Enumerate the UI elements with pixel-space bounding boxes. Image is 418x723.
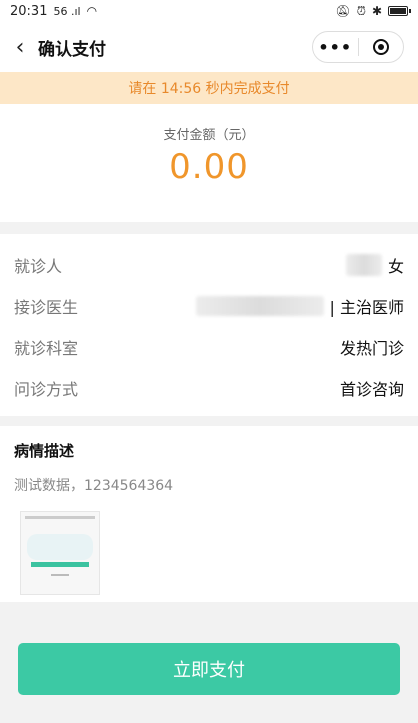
countdown-banner: 请在 14:56 秒内完成支付 [0, 72, 418, 104]
alarm-icon: ⏰︎ [356, 3, 366, 18]
info-label: 问诊方式 [14, 379, 79, 399]
info-row-doctor: 接诊医生 | 主治医师 [14, 285, 404, 326]
signal-text: 56 .ıl [53, 4, 81, 18]
info-row-consult-type: 问诊方式 首诊咨询 [14, 367, 404, 408]
info-label: 接诊医生 [14, 297, 79, 317]
description-title: 病情描述 [14, 442, 75, 460]
attachment-thumbnail[interactable] [20, 511, 100, 595]
target-icon [372, 39, 389, 55]
redacted-doctor [195, 295, 324, 316]
thumb-header [25, 516, 95, 519]
pay-now-button[interactable]: 立即支付 [18, 643, 400, 695]
amount-value: 0.00 [169, 147, 249, 187]
wifi-icon: ◠ [86, 4, 98, 18]
info-label: 就诊人 [14, 256, 63, 276]
battery-icon [388, 6, 411, 16]
info-row-patient: 就诊人 女 [14, 244, 404, 285]
info-label: 就诊科室 [14, 338, 79, 358]
mini-program-capsule: ••• [312, 31, 404, 63]
nav-bar: ‹ 确认支付 ••• [0, 22, 418, 72]
thumb-text-line [51, 574, 69, 576]
more-button[interactable]: ••• [313, 38, 358, 57]
info-value: 首诊咨询 [339, 379, 404, 399]
info-value: 发热门诊 [339, 338, 404, 358]
back-icon[interactable]: ‹ [2, 35, 38, 60]
status-bar: 20:31 56 .ıl ◠ 🔕︎ ⏰︎ ✱ [0, 0, 418, 22]
info-value: | 主治医师 [329, 297, 404, 317]
info-row-department: 就诊科室 发热门诊 [14, 326, 404, 367]
close-button[interactable] [359, 39, 404, 55]
amount-label: 支付金额（元） [163, 128, 255, 143]
consult-info-section: 就诊人 女 接诊医生 | 主治医师 就诊科室 发热门诊 问诊方式 首诊咨询 [0, 234, 418, 416]
amount-section: 支付金额（元） 0.00 [0, 104, 418, 222]
doctor-value-wrap: | 主治医师 [195, 294, 404, 318]
info-value: 女 [387, 256, 404, 276]
description-text: 测试数据，1234564364 [14, 478, 174, 494]
thumb-button [31, 562, 89, 567]
redacted-name [345, 253, 382, 276]
status-time: 20:31 [10, 3, 48, 19]
bluetooth-icon: ✱ [371, 4, 382, 18]
patient-value-wrap: 女 [345, 253, 404, 277]
mute-icon: 🔕︎ [335, 4, 351, 18]
condition-description-section: 病情描述 测试数据，1234564364 [0, 426, 418, 602]
page-title: 确认支付 [38, 39, 106, 60]
thumb-card [27, 534, 93, 560]
